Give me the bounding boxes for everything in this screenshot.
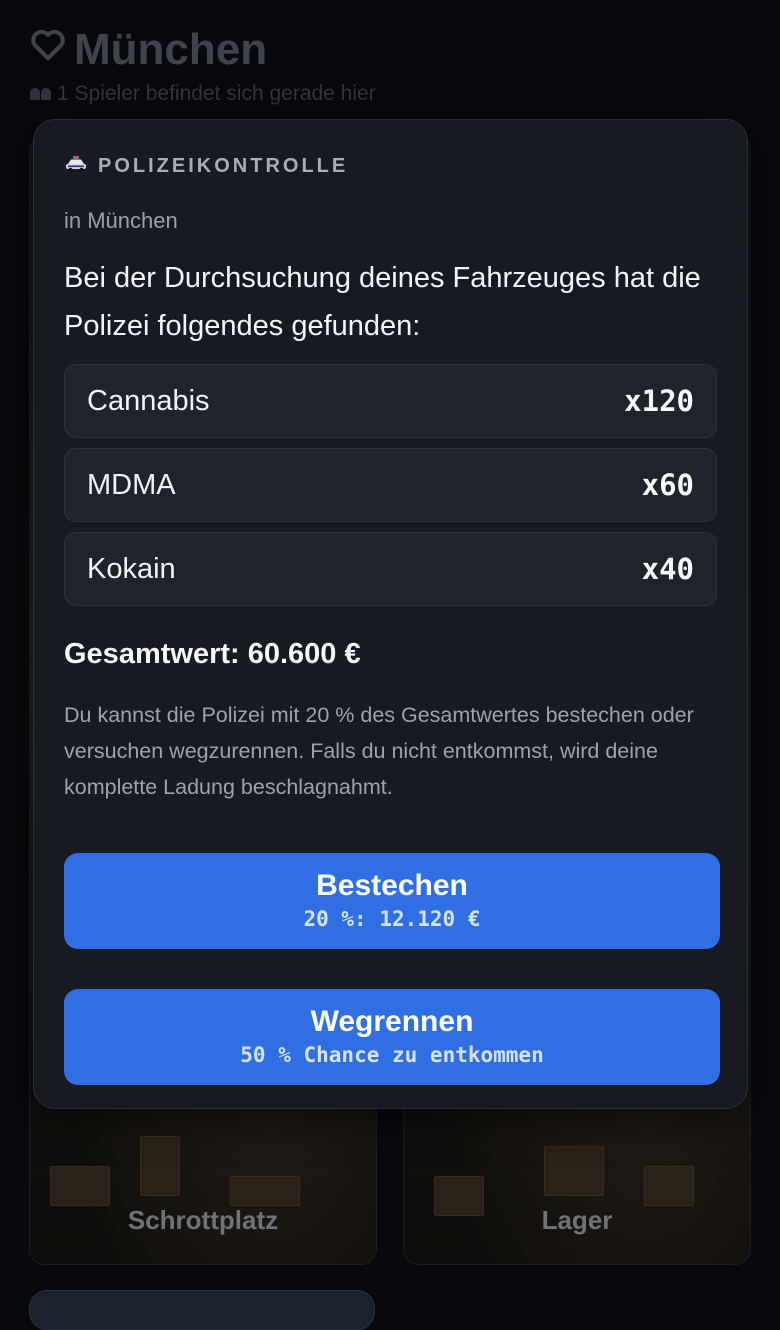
found-item-row: Cannabis x120 [64,364,717,438]
item-quantity: x120 [624,384,694,418]
bribe-button-label: Bestechen [316,869,468,902]
modal-location: in München [64,208,178,233]
found-items-list: Cannabis x120 MDMA x60 Kokain x40 [64,364,717,606]
police-check-modal: POLIZEIKONTROLLE in München Bei der Durc… [33,119,748,1109]
modal-explanation: Du kannst die Polizei mit 20 % des Gesam… [64,703,694,799]
heart-icon[interactable] [28,24,68,76]
item-quantity: x40 [641,552,694,586]
players-online-text: 1 Spieler befindet sich gerade hier [57,82,376,105]
page-header: München 1 Spieler befindet sich gerade h… [28,24,752,106]
tile-label: Lager [541,1205,613,1235]
run-away-button-chance: 50 % Chance zu entkommen [240,1043,544,1067]
item-name: MDMA [87,468,176,501]
found-item-row: Kokain x40 [64,532,717,606]
found-item-row: MDMA x60 [64,448,717,522]
modal-kicker-text: POLIZEIKONTROLLE [98,154,349,177]
modal-headline: Bei der Durchsuchung deines Fahrzeuges h… [64,262,701,342]
run-away-button-label: Wegrennen [310,1005,474,1038]
bottom-button[interactable] [29,1290,375,1330]
page-title: München [74,25,268,74]
bribe-button[interactable]: Bestechen 20 %: 12.120 € [64,853,720,949]
city-title-row: München [28,24,752,76]
police-car-icon [64,155,88,178]
people-icon [30,88,51,100]
item-quantity: x60 [641,468,694,502]
modal-kicker: POLIZEIKONTROLLE [64,152,717,180]
run-away-button[interactable]: Wegrennen 50 % Chance zu entkommen [64,989,720,1085]
item-name: Cannabis [87,384,210,417]
players-online: 1 Spieler befindet sich gerade hier [30,82,752,106]
item-name: Kokain [87,552,176,585]
total-value: Gesamtwert: 60.600 € [64,638,361,670]
bribe-button-cost: 20 %: 12.120 € [303,907,481,931]
tile-label: Schrottplatz [127,1205,279,1235]
